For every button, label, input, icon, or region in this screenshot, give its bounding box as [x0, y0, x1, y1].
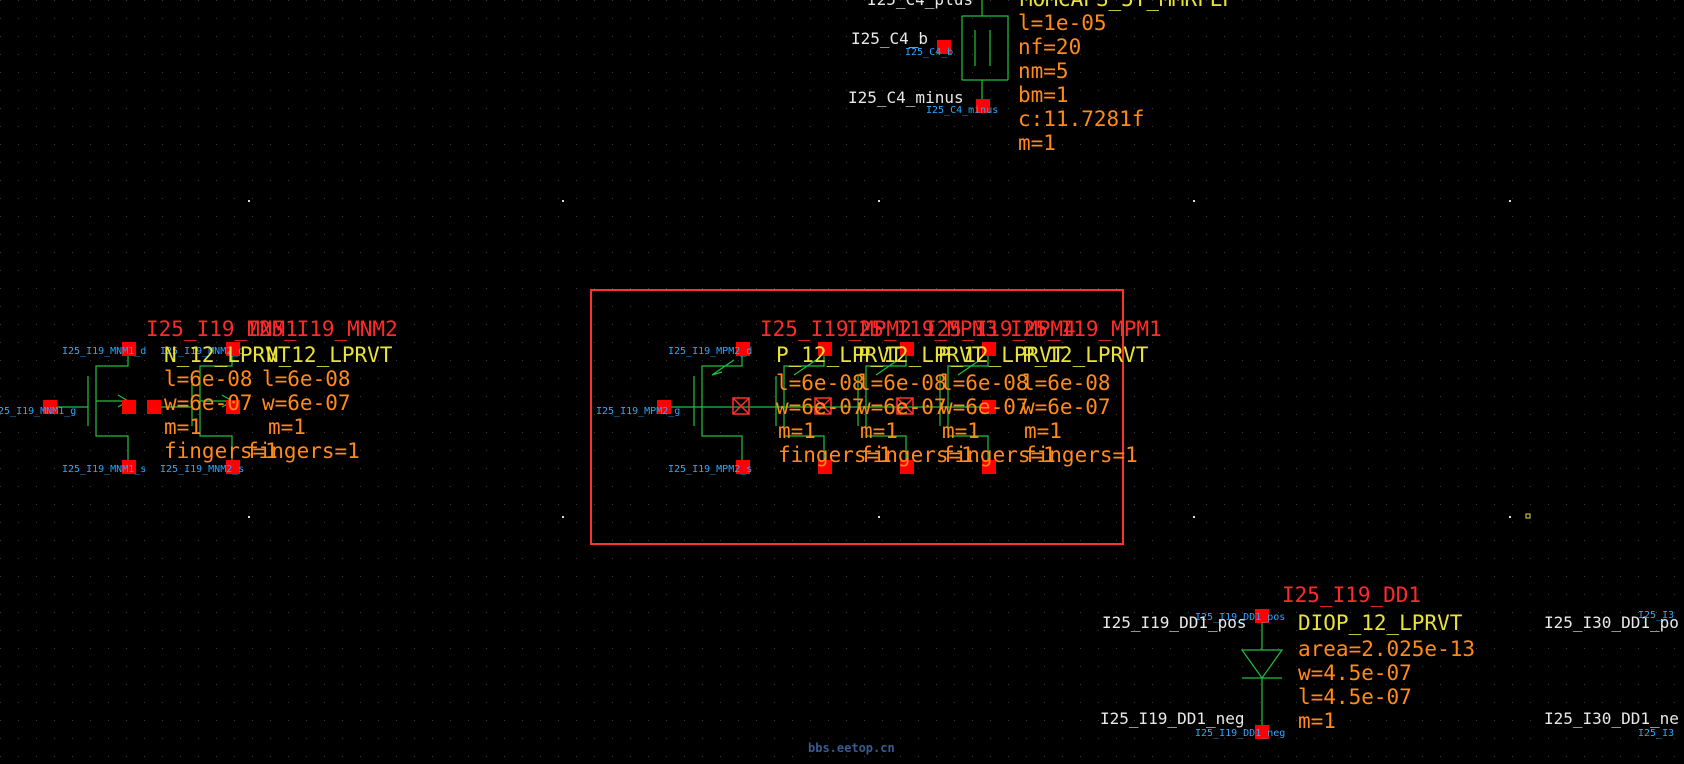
diode-param-m: m=1: [1298, 709, 1336, 733]
pmos2-param-l: l=6e-08: [858, 371, 947, 395]
nmos1-param-w: w=6e-07: [164, 391, 253, 415]
pmos1-param-m: m=1: [778, 419, 816, 443]
diode-param-w: w=4.5e-07: [1298, 661, 1412, 685]
cap-param-l: l=1e-05: [1018, 11, 1107, 35]
watermark: bbs.eetop.cn: [808, 741, 895, 755]
cap-cell-label: MOMCAPS_5T_MMRFLP: [1020, 0, 1235, 11]
nmos2-param-l: l=6e-08: [262, 367, 351, 391]
pmos4-param-m: m=1: [1024, 419, 1062, 443]
cap-net-minus: I25_C4_minus: [926, 105, 998, 116]
cap-param-c: c:11.7281f: [1018, 107, 1144, 131]
nmos2-param-fingers: fingers=1: [246, 439, 360, 463]
pmos4-model: P_12_LPRVT: [1022, 343, 1149, 367]
nmos1-net-s: I25_I19_MNM1_s: [62, 464, 146, 475]
pmos3-param-l: l=6e-08: [940, 371, 1029, 395]
pmos3-param-m: m=1: [942, 419, 980, 443]
nmos1-net-g: I25_I19_MNM1_g: [0, 406, 76, 417]
nmos2-param-m: m=1: [268, 415, 306, 439]
diode2-neg-label: I25_I30_DD1_ne: [1544, 709, 1679, 728]
nmos2-param-w: w=6e-07: [262, 391, 351, 415]
schematic-canvas[interactable]: MOMCAPS_5T_MMRFLP I25_C4_plus I25_C4_b I…: [0, 0, 1684, 760]
cap-param-bm: bm=1: [1018, 83, 1069, 107]
cap-net-b: I25_C4_b: [905, 47, 953, 58]
nmos1-net-d: I25_I19_MNM1_d: [62, 346, 146, 357]
nmos2-instance-name: I25_I19_MNM2: [246, 317, 398, 341]
diode-model: DIOP_12_LPRVT: [1298, 611, 1463, 635]
pmos4-param-fingers: fingers=1: [1024, 443, 1138, 467]
diode-net-neg: I25_I19_DD1_neg: [1195, 728, 1285, 739]
pmos4-instance-name: I25_I19_MPM1: [1010, 317, 1162, 341]
nmos1-param-l: l=6e-08: [164, 367, 253, 391]
nmos1-param-m: m=1: [164, 415, 202, 439]
pmos2-param-m: m=1: [860, 419, 898, 443]
cap-param-nm: nm=5: [1018, 59, 1069, 83]
diode-pos-label: I25_I19_DD1_pos: [1102, 613, 1247, 632]
cap-pin-b-label: I25_C4_b: [851, 29, 928, 48]
pmos4-param-w: w=6e-07: [1022, 395, 1111, 419]
nmos1-body-pin[interactable]: [122, 400, 136, 414]
schematic-svg[interactable]: MOMCAPS_5T_MMRFLP I25_C4_plus I25_C4_b I…: [0, 0, 1684, 760]
diode-param-area: area=2.025e-13: [1298, 637, 1475, 661]
diode-param-l: l=4.5e-07: [1298, 685, 1412, 709]
diode2-net-neg: I25_I3: [1638, 728, 1674, 739]
cap-param-nf: nf=20: [1018, 35, 1081, 59]
nmos2-gate-pin[interactable]: [147, 400, 161, 414]
pmos4-param-l: l=6e-08: [1022, 371, 1111, 395]
pmos3-param-w: w=6e-07: [940, 395, 1029, 419]
pmos-net-d: I25_I19_MPM2_d: [668, 346, 752, 357]
pmos-net-s: I25_I19_MPM2_s: [668, 464, 752, 475]
diode2-net-pos: I25_I3: [1638, 610, 1674, 621]
cap-pin-plus-label: I25_C4_plus: [867, 0, 973, 9]
pmos-net-g: I25_I19_MPM2_g: [596, 406, 680, 417]
pmos2-param-w: w=6e-07: [858, 395, 947, 419]
pmos1-param-l: l=6e-08: [776, 371, 865, 395]
nmos2-net-s: I25_I19_MNM2_s: [160, 464, 244, 475]
nmos2-model: N_12_LPRVT: [266, 343, 393, 367]
cap-param-m: m=1: [1018, 131, 1056, 155]
pmos1-param-w: w=6e-07: [776, 395, 865, 419]
diode-instance-name: I25_I19_DD1: [1282, 583, 1421, 607]
diode-neg-label: I25_I19_DD1_neg: [1100, 709, 1245, 728]
